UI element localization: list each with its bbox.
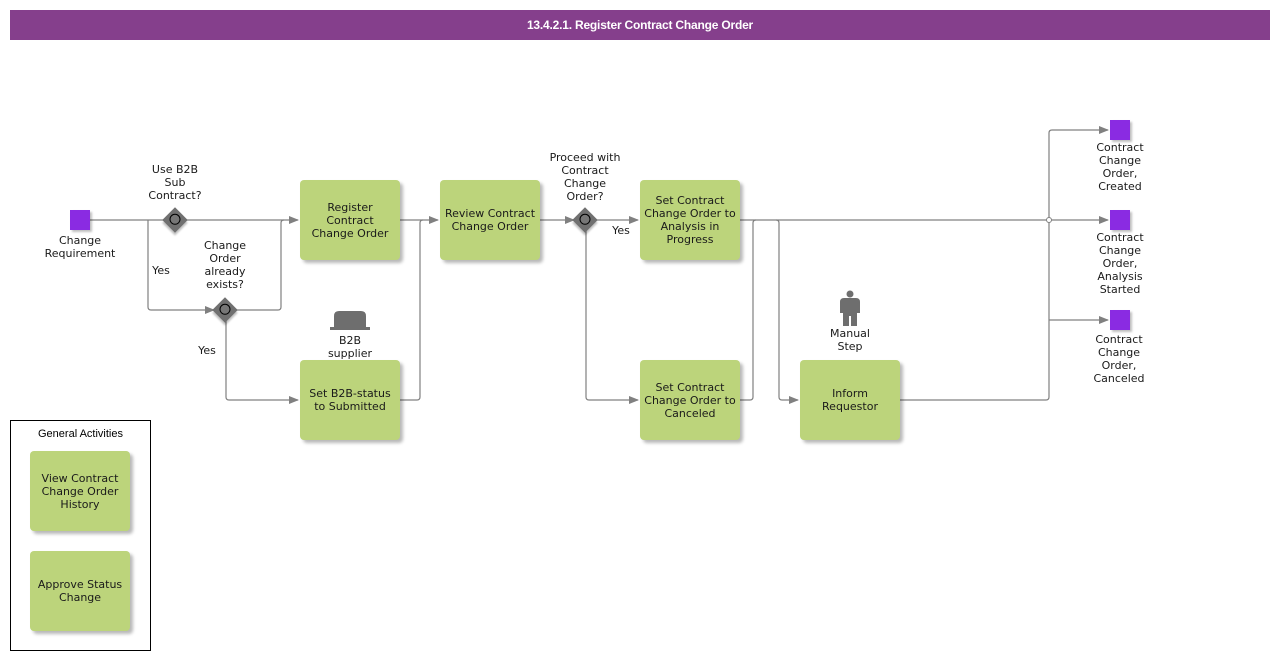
flow-proceed-no <box>585 230 639 404</box>
manual-step-label: Manual Step <box>830 327 870 353</box>
gateway-ring-icon <box>577 211 593 228</box>
gateway-order-exists-label: Change Order already exists? <box>203 239 247 291</box>
task-set-analysis-in-progress[interactable]: Set Contract Change Order to Analysis in… <box>640 180 740 260</box>
end-event-analysis-started-label: Contract Change Order, Analysis Started <box>1096 231 1144 296</box>
task-register-contract-change-order[interactable]: Register Contract Change Order <box>300 180 400 260</box>
general-activities-title: General Activities <box>38 428 123 440</box>
flow-inform-to-bus <box>900 126 1109 401</box>
flow-canceled-up <box>740 219 757 401</box>
person-icon <box>840 290 860 326</box>
end-event-canceled[interactable] <box>1110 310 1130 330</box>
system-icon <box>330 311 370 330</box>
start-event-label: Change Requirement <box>44 234 116 260</box>
task-set-canceled[interactable]: Set Contract Change Order to Canceled <box>640 360 740 440</box>
connector-layer <box>90 126 1109 404</box>
task-review-contract-change-order[interactable]: Review Contract Change Order <box>440 180 540 260</box>
general-activities-panel: General Activities View Contract Change … <box>10 420 151 651</box>
gateway-use-b2b-yes-label: Yes <box>152 264 170 277</box>
start-event[interactable] <box>70 210 90 230</box>
flow-to-inform-requestor <box>775 219 799 404</box>
end-event-analysis-started[interactable] <box>1110 210 1130 230</box>
b2b-supplier-label: B2B supplier <box>327 334 373 360</box>
task-view-change-order-history[interactable]: View Contract Change Order History <box>30 451 130 531</box>
end-event-created[interactable] <box>1110 120 1130 140</box>
gateway-use-b2b-label: Use B2B Sub Contract? <box>148 163 202 202</box>
gateway-proceed-label: Proceed with Contract Change Order? <box>549 151 621 203</box>
junction-dot <box>1046 217 1052 223</box>
task-inform-requestor[interactable]: Inform Requestor <box>800 360 900 440</box>
end-event-created-label: Contract Change Order, Created <box>1096 141 1144 193</box>
gateway-ring-icon <box>167 211 183 228</box>
flow-b2b-to-review <box>400 219 424 401</box>
task-set-b2b-status-submitted[interactable]: Set B2B-status to Submitted <box>300 360 400 440</box>
gateway-order-exists-yes-label: Yes <box>198 344 216 357</box>
end-event-canceled-label: Contract Change Order, Canceled <box>1093 333 1145 385</box>
gateway-proceed-yes-label: Yes <box>612 224 630 237</box>
gateway-ring-icon <box>217 301 233 318</box>
flow-order-exists-yes <box>225 320 299 404</box>
task-approve-status-change[interactable]: Approve Status Change <box>30 551 130 631</box>
